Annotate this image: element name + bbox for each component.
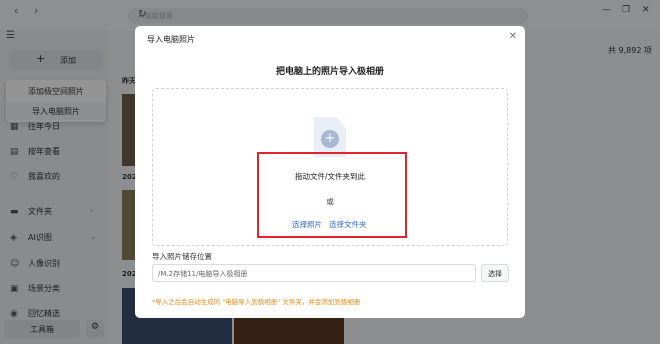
dialog-heading: 把电脑上的照片导入极相册 <box>275 67 384 77</box>
import-note: *导入之后会自动生成的 "电脑导入到极相册" 文件夹，并会添加到极相册 <box>152 298 361 306</box>
plus-icon: + <box>321 130 339 148</box>
close-icon[interactable]: ✕ <box>509 31 517 42</box>
storage-location-label: 导入照片储存位置 <box>152 252 212 261</box>
drag-instruction: 拖动文件/文件夹到此 <box>294 172 366 181</box>
choose-location-button[interactable]: 选择 <box>481 264 509 282</box>
dialog-title: 导入电脑照片 <box>147 35 195 44</box>
storage-path-field[interactable]: /M.2存储11/电脑导入极相册 <box>152 264 476 282</box>
import-pc-photos-dialog: 导入电脑照片 ✕ 把电脑上的照片导入极相册 + 拖动文件/文件夹到此 或 选择照… <box>135 26 525 318</box>
select-photos-link[interactable]: 选择照片 <box>292 219 322 230</box>
select-folder-link[interactable]: 选择文件夹 <box>329 219 367 230</box>
or-separator: 或 <box>326 197 334 206</box>
